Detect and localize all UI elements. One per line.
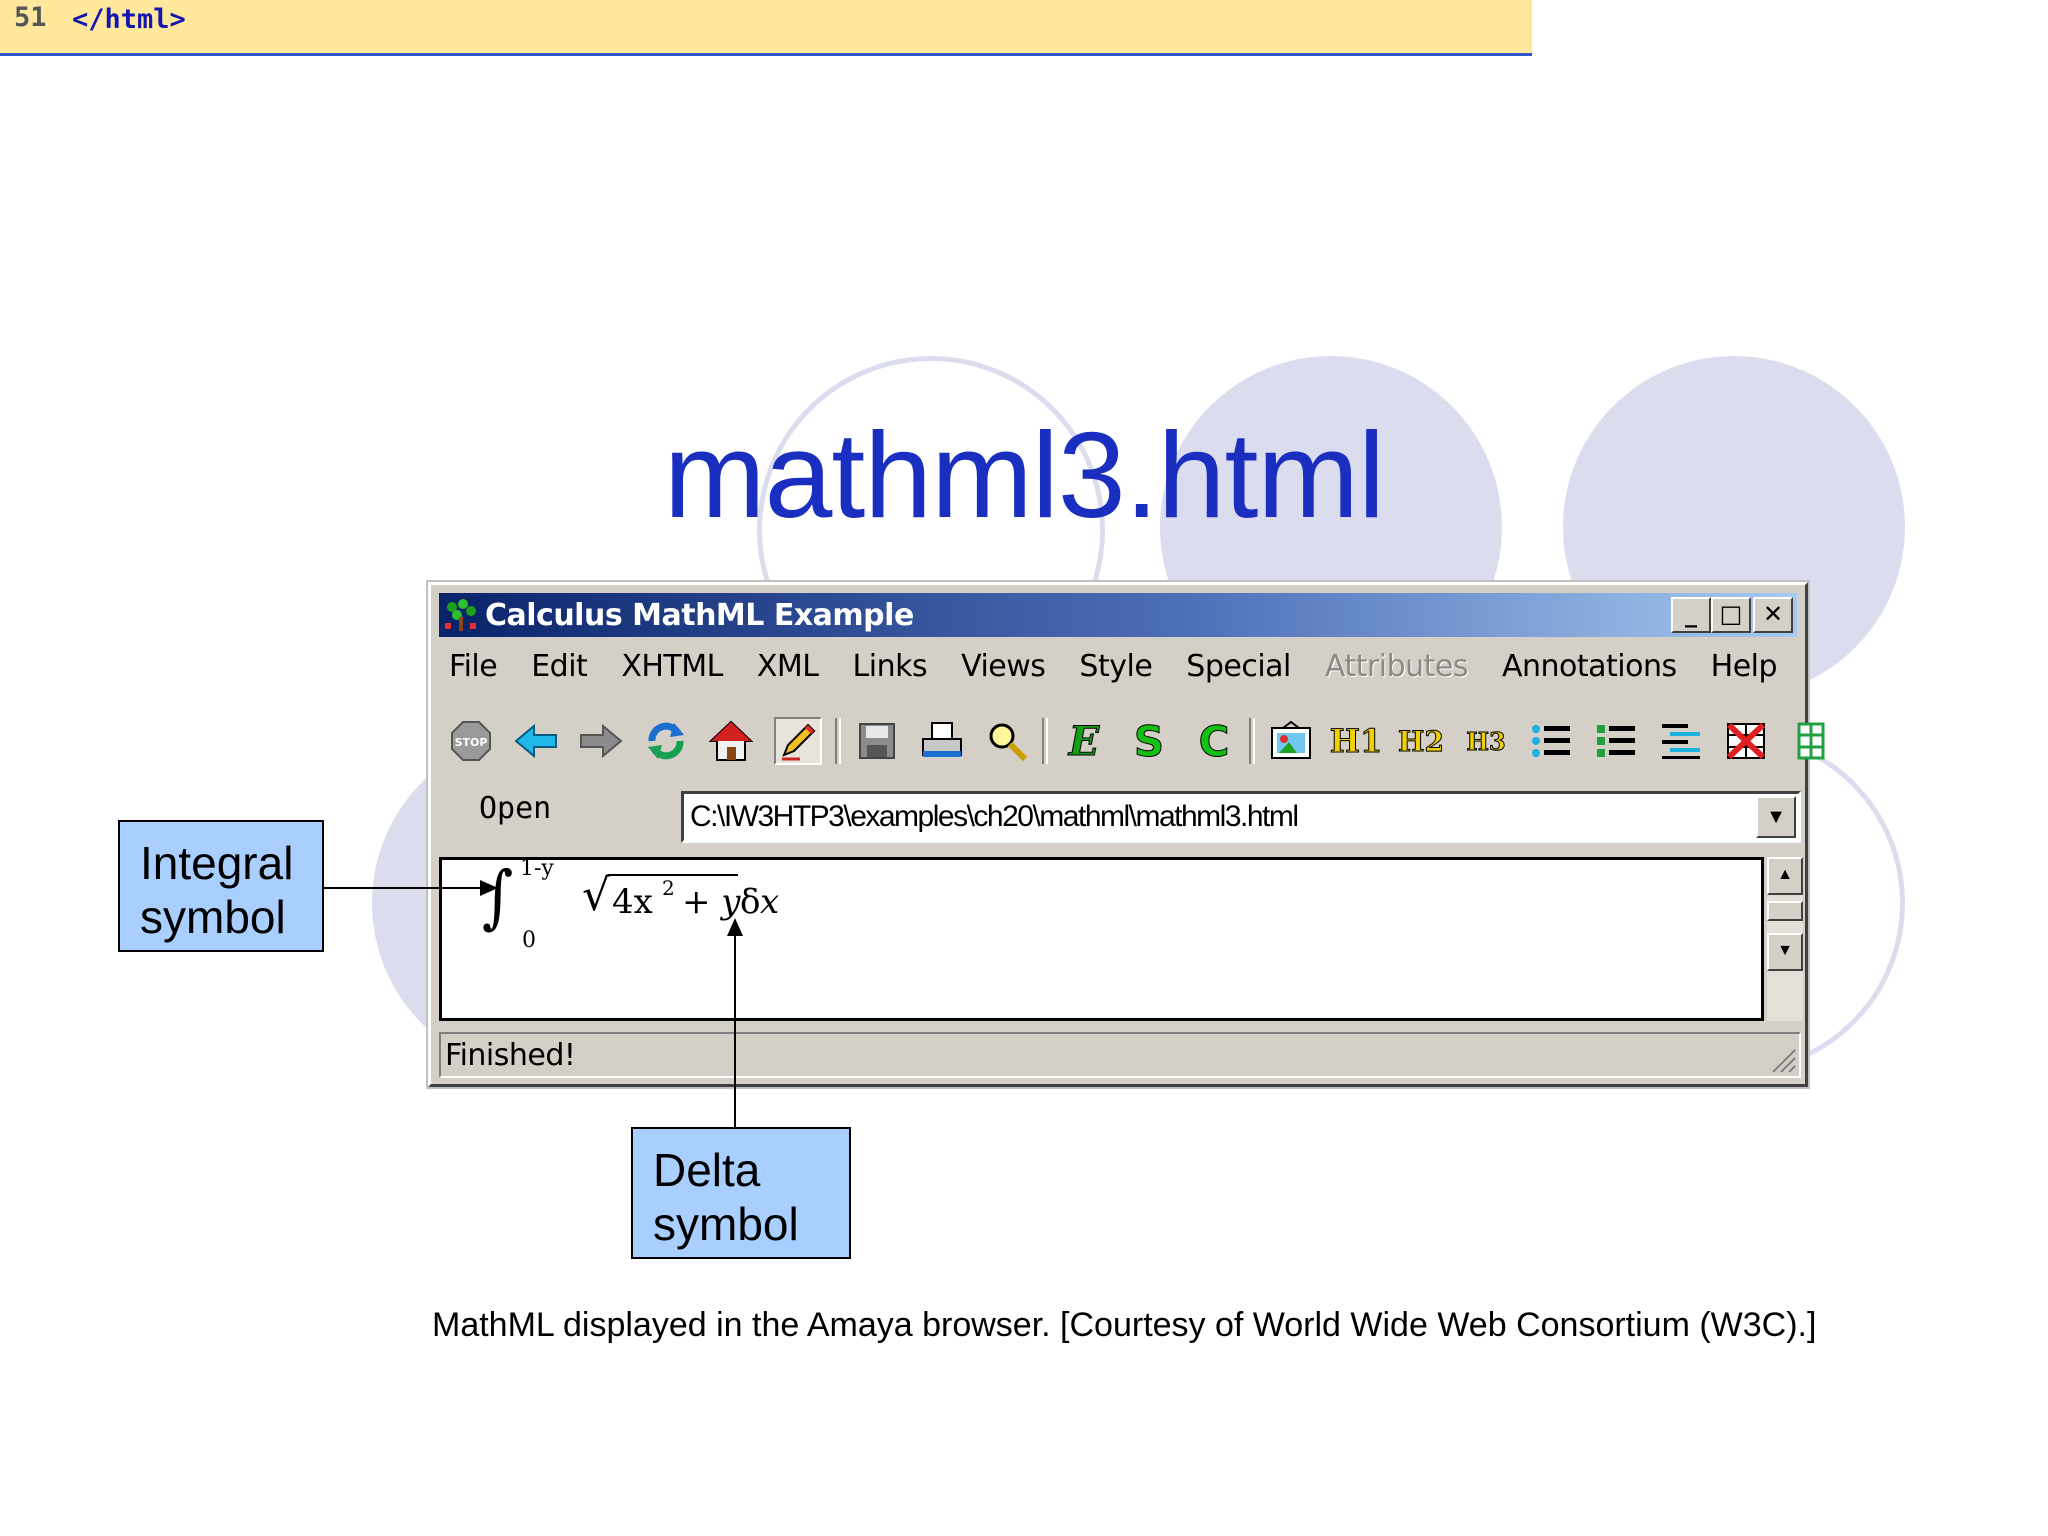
delta-arrow-head — [727, 918, 743, 936]
integral-arrow-head — [480, 880, 498, 896]
figure-caption: MathML displayed in the Amaya browser. [… — [432, 1306, 1817, 1344]
